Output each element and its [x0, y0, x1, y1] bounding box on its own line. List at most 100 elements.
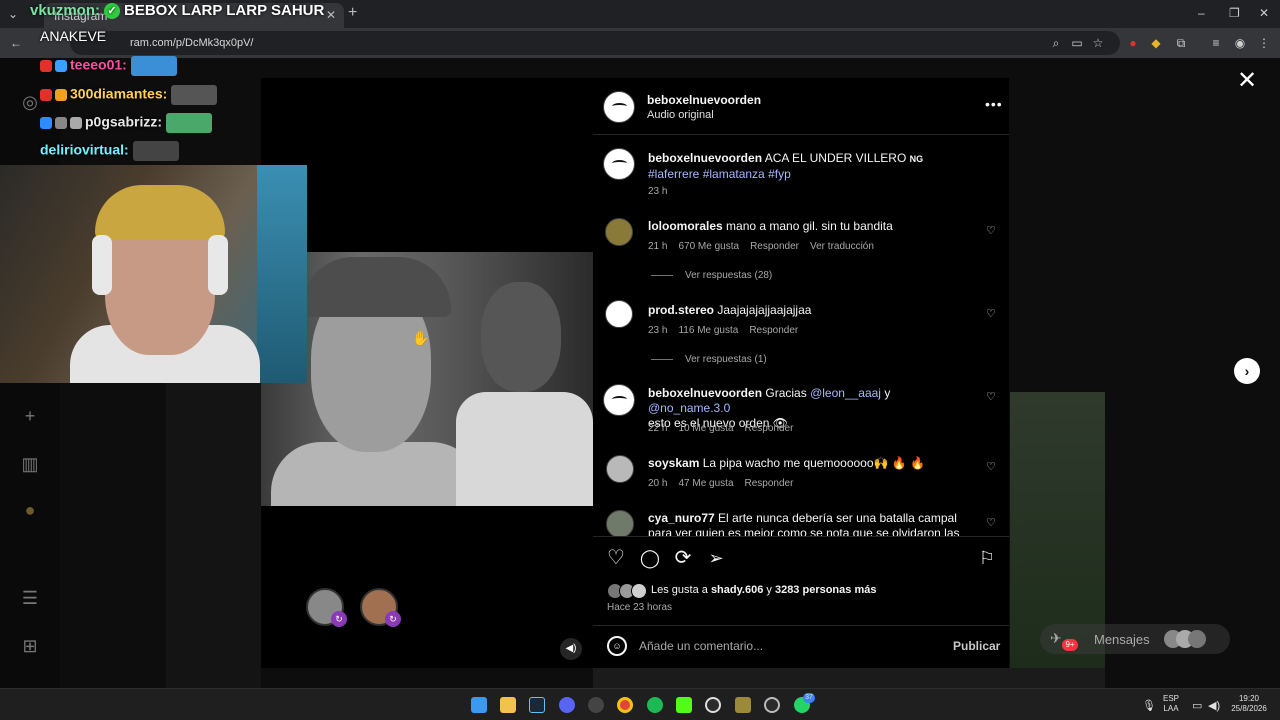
like-comment-heart-icon[interactable]: ♡	[986, 224, 996, 237]
chrome-icon[interactable]	[617, 697, 633, 713]
restore-button[interactable]: ❐	[1229, 6, 1240, 20]
extension-red-icon[interactable]: ●	[1125, 35, 1141, 51]
like-comment-heart-icon[interactable]: ♡	[986, 307, 996, 320]
cast-icon[interactable]: ▭	[1069, 35, 1085, 51]
network-icon[interactable]: ▭	[1192, 699, 1202, 712]
audio-label[interactable]: Audio original	[647, 109, 714, 121]
comment-username[interactable]: loloomorales	[648, 219, 723, 233]
more-options-button[interactable]: •••	[985, 96, 1003, 112]
commenter-avatar[interactable]	[605, 218, 633, 246]
mute-toggle-icon[interactable]: ◀)	[560, 638, 582, 660]
discord-icon[interactable]	[559, 697, 575, 713]
comment-bubble-icon[interactable]: ◯	[639, 547, 661, 569]
save-bookmark-icon[interactable]: ⚐	[976, 547, 998, 569]
collab-badge-icon: ↻	[385, 611, 401, 627]
zoom-icon[interactable]: ⌕	[1048, 35, 1064, 51]
commenter-avatar[interactable]	[606, 510, 634, 536]
commenter-avatar[interactable]	[603, 384, 635, 416]
window-close-button[interactable]: ✕	[1259, 6, 1269, 20]
address-bar[interactable]: ram.com/p/DcMk3qx0pV/ ⌕ ▭ ☆	[70, 31, 1120, 55]
emoji-picker-icon[interactable]: ☺	[607, 636, 627, 656]
comment-likes[interactable]: 47 Me gusta	[678, 478, 733, 489]
start-menu-icon[interactable]	[471, 697, 487, 713]
reply-button[interactable]: Responder	[750, 241, 799, 252]
reply-button[interactable]: Responder	[749, 325, 798, 336]
chat-username: p0gsabrizz:	[85, 113, 163, 130]
like-comment-heart-icon[interactable]: ♡	[986, 390, 996, 403]
like-comment-heart-icon[interactable]: ♡	[986, 460, 996, 473]
close-modal-icon[interactable]: ✕	[1236, 69, 1258, 93]
new-tab-button[interactable]: +	[348, 4, 357, 22]
comment-username[interactable]: cya_nuro77	[648, 511, 715, 525]
view-replies-button[interactable]: Ver respuestas (28)	[651, 270, 772, 281]
message-avatars	[1164, 630, 1224, 648]
translate-button[interactable]: Ver traducción	[810, 241, 874, 252]
comment: soyskam La pipa wacho me quemoooooo🙌 🔥 🔥	[648, 456, 925, 470]
back-arrow-icon[interactable]: ←	[8, 35, 24, 51]
minimize-button[interactable]: –	[1198, 6, 1205, 20]
next-post-chevron-icon[interactable]: ›	[1234, 358, 1260, 384]
create-plus-icon[interactable]: +	[20, 406, 40, 426]
steam-icon[interactable]	[529, 697, 545, 713]
view-replies-button[interactable]: Ver respuestas (1)	[651, 354, 767, 365]
profile-avatar-icon[interactable]: ●	[20, 500, 40, 520]
app-icon[interactable]	[764, 697, 780, 713]
more-menu-icon[interactable]: ☰	[20, 588, 40, 608]
author-avatar[interactable]	[603, 91, 635, 123]
comment-username[interactable]: soyskam	[648, 456, 699, 470]
clock[interactable]: 19:20 25/8/2026	[1228, 694, 1270, 714]
caption-hashtags[interactable]: #laferrere #lamatanza #fyp	[648, 167, 791, 181]
caption-username[interactable]: beboxelnuevoorden	[648, 151, 762, 165]
whatsapp-badge: 37	[803, 693, 815, 703]
commenter-avatar[interactable]	[606, 455, 634, 483]
comment-username[interactable]: beboxelnuevoorden	[648, 386, 762, 400]
share-send-icon[interactable]: ➢	[705, 547, 727, 569]
caption-avatar[interactable]	[603, 148, 635, 180]
like-comment-heart-icon[interactable]: ♡	[986, 516, 996, 529]
likes-summary[interactable]: Les gusta a shady.606 y 3283 personas má…	[651, 584, 876, 596]
chat-badge-icon	[40, 117, 52, 129]
comment-username[interactable]: prod.stereo	[648, 303, 714, 317]
extension-yellow-icon[interactable]: ◆	[1148, 35, 1164, 51]
mention-link[interactable]: @no_name.3.0	[648, 401, 730, 415]
chat-emote-icon	[130, 56, 177, 76]
comment-likes[interactable]: 10 Me gusta	[678, 423, 733, 434]
stream-title: BEBOX LARP LARP SAHUR	[124, 2, 325, 19]
volume-icon[interactable]: ◀)	[1208, 699, 1220, 712]
browser-menu-icon[interactable]: ⋮	[1256, 35, 1272, 51]
bookmark-star-icon[interactable]: ☆	[1090, 35, 1106, 51]
tab-search-icon[interactable]: ⌄	[4, 5, 22, 23]
reply-button[interactable]: Responder	[745, 478, 794, 489]
file-explorer-icon[interactable]	[500, 697, 516, 713]
like-heart-icon[interactable]: ♡	[605, 547, 627, 569]
reply-button[interactable]: Responder	[745, 423, 794, 434]
spotify-icon[interactable]	[647, 697, 663, 713]
ccleaner-icon[interactable]	[705, 697, 721, 713]
comment-likes[interactable]: 116 Me gusta	[678, 325, 738, 336]
chat-badge-icon	[55, 117, 67, 129]
author-username[interactable]: beboxelnuevoorden	[647, 93, 761, 107]
profile-avatar-icon[interactable]: ◉	[1232, 35, 1248, 51]
comment-clip: cya_nuro77 El arte nunca debería ser una…	[593, 508, 1009, 536]
instagram-logo-icon[interactable]: ◎	[20, 92, 40, 112]
mention-link[interactable]: @leon__aaaj	[810, 386, 881, 400]
messages-button[interactable]: ✈ 9+ Mensajes	[1040, 624, 1230, 654]
tab-close-icon[interactable]: ✕	[326, 8, 336, 22]
publish-button[interactable]: Publicar	[953, 639, 1000, 653]
microphone-icon[interactable]: 🎙	[1142, 699, 1156, 712]
app-icon[interactable]	[735, 697, 751, 713]
repost-icon[interactable]: ⟳	[672, 547, 694, 569]
extensions-puzzle-icon[interactable]: ⧉	[1173, 35, 1189, 51]
obs-icon[interactable]	[588, 697, 604, 713]
kick-icon[interactable]	[676, 697, 692, 713]
reel-video-player[interactable]: ↻ ↻ ◀)	[261, 78, 593, 668]
threads-apps-icon[interactable]: ⊞	[20, 636, 40, 656]
media-control-icon[interactable]: ≡	[1208, 35, 1224, 51]
dashboard-icon[interactable]: ▥	[20, 454, 40, 474]
comment-likes[interactable]: 670 Me gusta	[678, 241, 739, 252]
commenter-avatar[interactable]	[605, 300, 633, 328]
comment-input[interactable]	[639, 635, 939, 657]
divider	[593, 536, 1009, 537]
comment-meta: 20 h 47 Me gusta Responder	[648, 478, 794, 489]
language-indicator[interactable]: ESP LAA	[1163, 694, 1179, 714]
